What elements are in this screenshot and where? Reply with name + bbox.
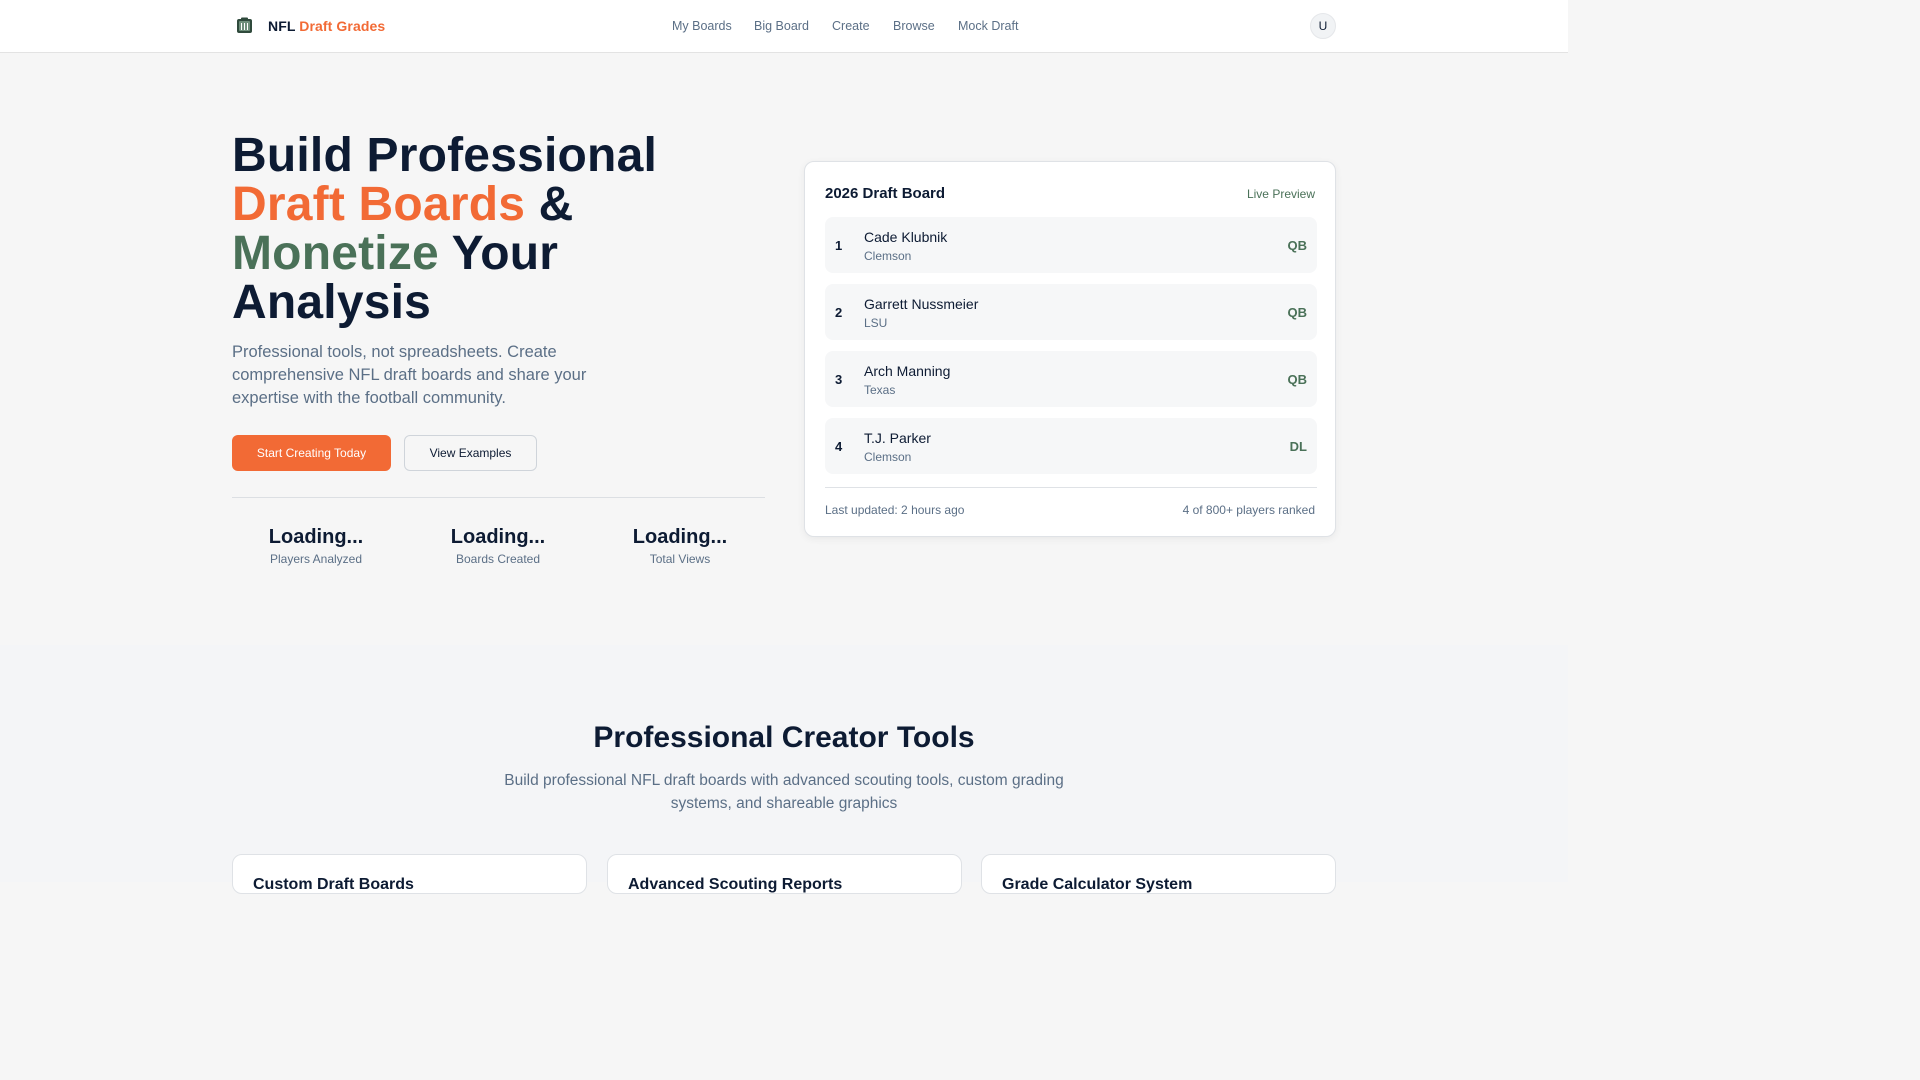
nav-big-board[interactable]: Big Board [754, 19, 809, 33]
player-school: Clemson [864, 249, 912, 263]
player-rank: 3 [835, 372, 843, 387]
stat-total-views: Loading... Total Views [589, 525, 771, 566]
player-school: Texas [864, 383, 896, 397]
player-name: T.J. Parker [864, 430, 931, 446]
stat-value: Loading... [450, 526, 546, 548]
tool-card-custom-draft-boards[interactable]: Custom Draft Boards [232, 854, 587, 894]
hero-title-line4: Analysis [232, 276, 432, 329]
player-name: Cade Klubnik [864, 229, 948, 245]
player-name: Arch Manning [864, 363, 951, 379]
hero-title-accent-green: Monetize [232, 227, 439, 280]
player-rank: 4 [835, 439, 843, 454]
player-position: DL [1289, 439, 1307, 454]
view-examples-button[interactable]: View Examples [404, 435, 537, 471]
hero-subtitle: Professional tools, not spreadsheets. Cr… [232, 343, 587, 407]
tool-card-grade-calculator[interactable]: Grade Calculator System [981, 854, 1336, 894]
start-creating-button[interactable]: Start Creating Today [232, 435, 391, 471]
live-preview-badge: Live Preview [1246, 187, 1315, 201]
top-nav-bar: NFL Draft Grades My Boards Big Board Cre… [0, 0, 1568, 53]
creator-tools-section: Professional Creator Tools Build profess… [0, 645, 1568, 894]
player-row[interactable]: 4 T.J. Parker Clemson DL [825, 418, 1317, 474]
draft-board-preview-card: 2026 Draft Board Live Preview 1 Cade Klu… [804, 161, 1336, 537]
stat-value: Loading... [632, 526, 728, 548]
stat-value: Loading... [268, 526, 364, 548]
tool-card-advanced-scouting[interactable]: Advanced Scouting Reports [607, 854, 962, 894]
player-row[interactable]: 3 Arch Manning Texas QB [825, 351, 1317, 407]
hero-title: Build Professional Draft Boards & Moneti… [232, 131, 772, 327]
player-rank: 1 [835, 238, 843, 253]
hero-divider [232, 497, 765, 498]
players-ranked-count: 4 of 800+ players ranked [1182, 503, 1315, 517]
hero-title-accent-orange: Draft Boards [232, 178, 526, 231]
nav-mock-draft[interactable]: Mock Draft [958, 19, 1018, 33]
player-school: Clemson [864, 450, 912, 464]
hero-title-your: Your [438, 227, 559, 280]
board-title: 2026 Draft Board [825, 185, 946, 202]
player-position: QB [1287, 238, 1308, 253]
player-position: QB [1287, 305, 1308, 320]
nav-create[interactable]: Create [832, 19, 870, 33]
hero-section: Build Professional Draft Boards & Moneti… [0, 53, 1568, 645]
section-subtitle: Build professional NFL draft boards with… [504, 772, 1064, 812]
hero-title-line1: Build Professional [232, 129, 658, 182]
section-title: Professional Creator Tools [593, 721, 975, 754]
stat-label: Boards Created [455, 552, 541, 566]
tool-card-title: Custom Draft Boards [253, 876, 414, 893]
nav-browse[interactable]: Browse [893, 19, 935, 33]
player-rank: 2 [835, 305, 843, 320]
hero-title-ampersand: & [525, 178, 574, 231]
stat-label: Players Analyzed [269, 552, 363, 566]
stat-players-analyzed: Loading... Players Analyzed [225, 525, 407, 566]
player-row[interactable]: 2 Garrett Nussmeier LSU QB [825, 284, 1317, 340]
player-name: Garrett Nussmeier [864, 296, 979, 312]
stat-boards-created: Loading... Boards Created [407, 525, 589, 566]
player-school: LSU [864, 316, 888, 330]
player-row[interactable]: 1 Cade Klubnik Clemson QB [825, 217, 1317, 273]
tool-card-title: Advanced Scouting Reports [628, 876, 843, 893]
nav-my-boards[interactable]: My Boards [672, 19, 732, 33]
stat-label: Total Views [649, 552, 711, 566]
user-avatar[interactable]: U [1310, 13, 1336, 39]
tool-card-title: Grade Calculator System [1002, 876, 1193, 893]
card-divider [825, 487, 1317, 488]
player-position: QB [1287, 372, 1308, 387]
last-updated-text: Last updated: 2 hours ago [825, 503, 965, 517]
